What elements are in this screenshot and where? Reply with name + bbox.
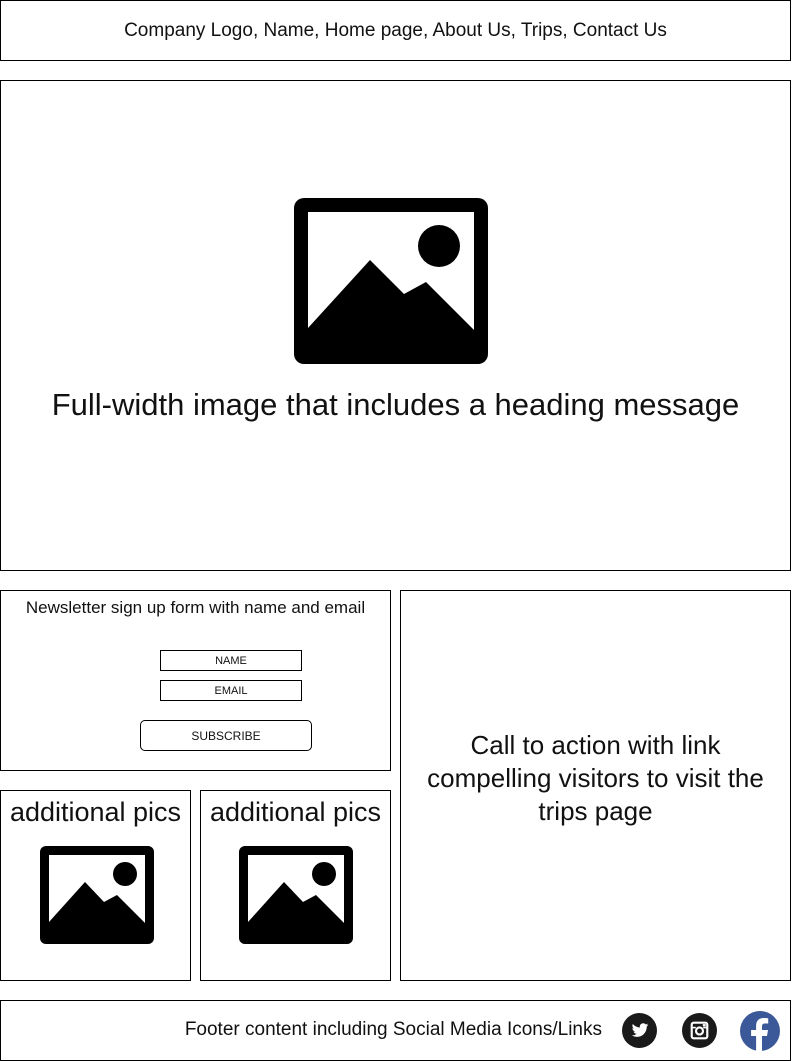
name-field[interactable] xyxy=(160,650,302,671)
header-nav-bar: Company Logo, Name, Home page, About Us,… xyxy=(0,0,791,61)
newsletter-signup-form: Newsletter sign up form with name and em… xyxy=(0,590,391,771)
newsletter-title: Newsletter sign up form with name and em… xyxy=(25,598,366,617)
call-to-action-text[interactable]: Call to action with link compelling visi… xyxy=(416,729,776,828)
image-placeholder-icon xyxy=(239,846,353,944)
hero-image-section: Full-width image that includes a heading… xyxy=(0,80,791,571)
subscribe-button[interactable]: SUBSCRIBE xyxy=(140,720,312,751)
additional-pic-card: additional pics xyxy=(0,790,191,981)
image-placeholder-icon xyxy=(40,846,154,944)
hero-heading: Full-width image that includes a heading… xyxy=(51,387,740,422)
footer: Footer content including Social Media Ic… xyxy=(0,1000,791,1061)
image-placeholder-icon xyxy=(294,198,488,364)
facebook-icon[interactable] xyxy=(740,1011,780,1051)
footer-text: Footer content including Social Media Ic… xyxy=(184,1019,602,1040)
header-nav-text[interactable]: Company Logo, Name, Home page, About Us,… xyxy=(124,20,667,42)
additional-pic-label: additional pics xyxy=(9,797,182,827)
email-field[interactable] xyxy=(160,680,302,701)
additional-pic-card: additional pics xyxy=(200,790,391,981)
twitter-icon[interactable] xyxy=(622,1013,657,1048)
call-to-action-panel[interactable]: Call to action with link compelling visi… xyxy=(400,590,791,981)
instagram-icon[interactable] xyxy=(682,1013,717,1048)
additional-pic-label: additional pics xyxy=(209,797,382,827)
